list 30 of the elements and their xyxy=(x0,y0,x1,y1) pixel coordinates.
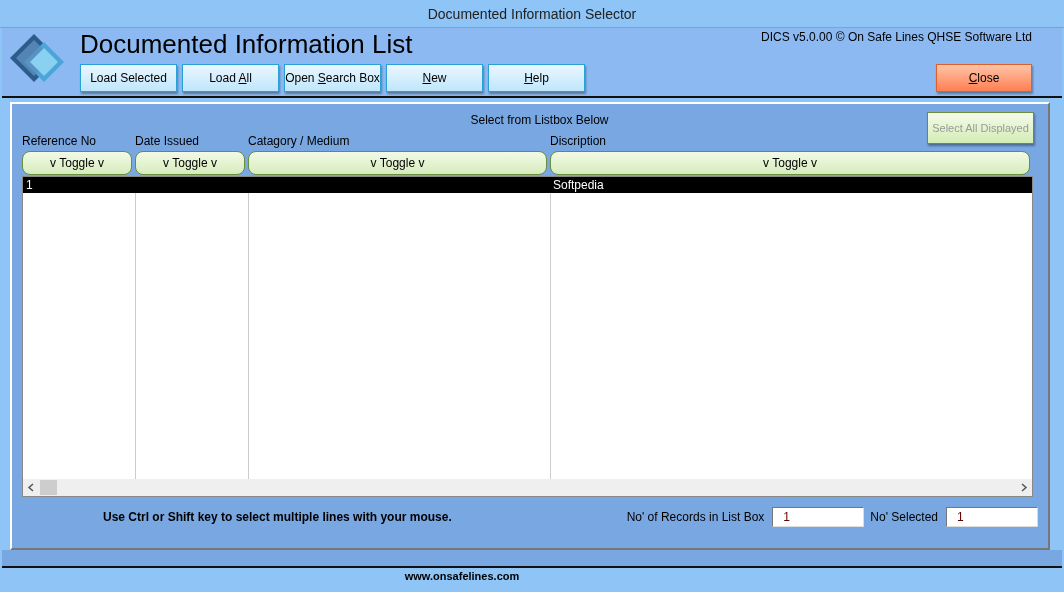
toolbar-button[interactable]: Open Search Box xyxy=(284,64,381,92)
counter-label: No' Selected xyxy=(870,510,938,524)
copyright-text: DICS v5.0.00 © On Safe Lines QHSE Software Ltd xyxy=(761,30,1032,44)
column-heading: Discription xyxy=(550,133,606,150)
list-cell: 1 xyxy=(26,177,33,193)
app-title: Documented Information List xyxy=(80,28,414,60)
website-text[interactable]: www.onsafelines.com xyxy=(404,568,520,590)
column-heading: Catagory / Medium xyxy=(248,133,350,150)
hint-text: Use Ctrl or Shift key to select multiple lines with your mouse. xyxy=(103,510,452,524)
toggle-button[interactable]: v Toggle v xyxy=(248,151,547,175)
list-cell: Softpedia xyxy=(552,177,604,193)
toggle-button[interactable]: v Toggle v xyxy=(135,151,245,175)
horizontal-scrollbar[interactable] xyxy=(23,479,1032,496)
counter-field[interactable]: 1 xyxy=(772,507,865,527)
toolbar-button[interactable]: Help xyxy=(488,64,585,92)
column-heading: Date Issued xyxy=(135,133,200,150)
counter-label: No' of Records in List Box xyxy=(626,510,765,524)
scroll-thumb[interactable] xyxy=(40,480,57,495)
list-row[interactable]: 1 Softpedia xyxy=(23,177,1032,193)
window-title: Documented Information Selector xyxy=(427,5,637,22)
column-heading: Reference No xyxy=(22,133,97,150)
toolbar-button[interactable]: Load Selected xyxy=(80,64,177,92)
counter-field[interactable]: 1 xyxy=(946,507,1038,527)
list-box[interactable]: 1 Softpedia xyxy=(22,176,1033,497)
toggle-button[interactable]: v Toggle v xyxy=(550,151,1030,175)
panel-caption: Select from Listbox Below xyxy=(470,113,609,127)
close-button[interactable]: Close xyxy=(936,64,1032,92)
toggle-button[interactable]: v Toggle v xyxy=(22,151,132,175)
toolbar-button[interactable]: New xyxy=(386,64,483,92)
toolbar-button[interactable]: Load All xyxy=(182,64,279,92)
